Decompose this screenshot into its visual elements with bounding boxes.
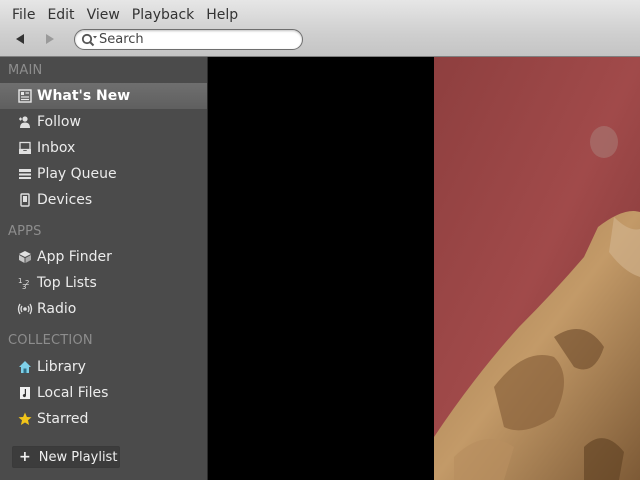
sidebar-item-label: What's New [37, 88, 131, 104]
back-button[interactable] [10, 30, 30, 48]
sidebar-item-label: Play Queue [37, 166, 117, 182]
sidebar-item-label: Local Files [37, 385, 109, 401]
sidebar-item-play-queue[interactable]: Play Queue [0, 161, 207, 187]
new-playlist-label: New Playlist [38, 449, 118, 465]
menu-view[interactable]: View [81, 7, 126, 23]
search-input[interactable] [99, 31, 295, 48]
section-header-collection: COLLECTION [8, 333, 93, 348]
sidebar-item-label: Follow [37, 114, 81, 130]
sidebar-item-label: App Finder [37, 249, 112, 265]
featured-photo-image [434, 57, 640, 480]
sidebar-item-whats-new[interactable]: What's New [0, 83, 207, 109]
star-icon [17, 411, 33, 427]
app-finder-icon [17, 249, 33, 265]
menu-bar: File Edit View Playback Help [6, 4, 244, 26]
section-header-apps: APPS [8, 224, 42, 239]
search-box[interactable] [74, 29, 303, 50]
sidebar: MAIN What's New Follow Inbox Play Queue … [0, 57, 208, 480]
devices-icon [17, 192, 33, 208]
sidebar-item-starred[interactable]: Starred [0, 406, 207, 432]
plus-icon: + [19, 449, 31, 465]
sidebar-item-label: Radio [37, 301, 77, 317]
section-header-main: MAIN [8, 63, 43, 78]
forward-button[interactable] [40, 30, 60, 48]
back-arrow-icon [16, 34, 24, 44]
news-icon [17, 88, 33, 104]
sidebar-item-devices[interactable]: Devices [0, 187, 207, 213]
sidebar-item-label: Starred [37, 411, 89, 427]
radio-icon [17, 301, 33, 317]
library-icon [17, 359, 33, 375]
toolbar: File Edit View Playback Help [0, 0, 640, 57]
new-playlist-button[interactable]: + New Playlist [12, 446, 120, 468]
queue-icon [17, 166, 33, 182]
menu-edit[interactable]: Edit [41, 7, 80, 23]
sidebar-item-top-lists[interactable]: 1 3 2 Top Lists [0, 270, 207, 296]
sidebar-item-label: Top Lists [37, 275, 97, 291]
forward-arrow-icon [46, 34, 54, 44]
sidebar-item-label: Library [37, 359, 86, 375]
sidebar-item-app-finder[interactable]: App Finder [0, 244, 207, 270]
sidebar-item-inbox[interactable]: Inbox [0, 135, 207, 161]
sidebar-item-local-files[interactable]: Local Files [0, 380, 207, 406]
sidebar-item-label: Devices [37, 192, 93, 208]
menu-file[interactable]: File [6, 7, 41, 23]
menu-help[interactable]: Help [200, 7, 244, 23]
follow-icon [17, 114, 33, 130]
sidebar-item-label: Inbox [37, 140, 76, 156]
sidebar-item-library[interactable]: Library [0, 354, 207, 380]
top-lists-icon: 1 3 2 [17, 275, 33, 291]
main-content [208, 57, 640, 480]
featured-photo[interactable] [434, 57, 640, 480]
sidebar-item-radio[interactable]: Radio [0, 296, 207, 322]
sidebar-item-follow[interactable]: Follow [0, 109, 207, 135]
svg-text:2: 2 [25, 279, 29, 287]
search-icon [81, 33, 97, 47]
menu-playback[interactable]: Playback [126, 7, 200, 23]
local-files-icon [17, 385, 33, 401]
inbox-icon [17, 140, 33, 156]
app-window: File Edit View Playback Help MA [0, 0, 640, 480]
